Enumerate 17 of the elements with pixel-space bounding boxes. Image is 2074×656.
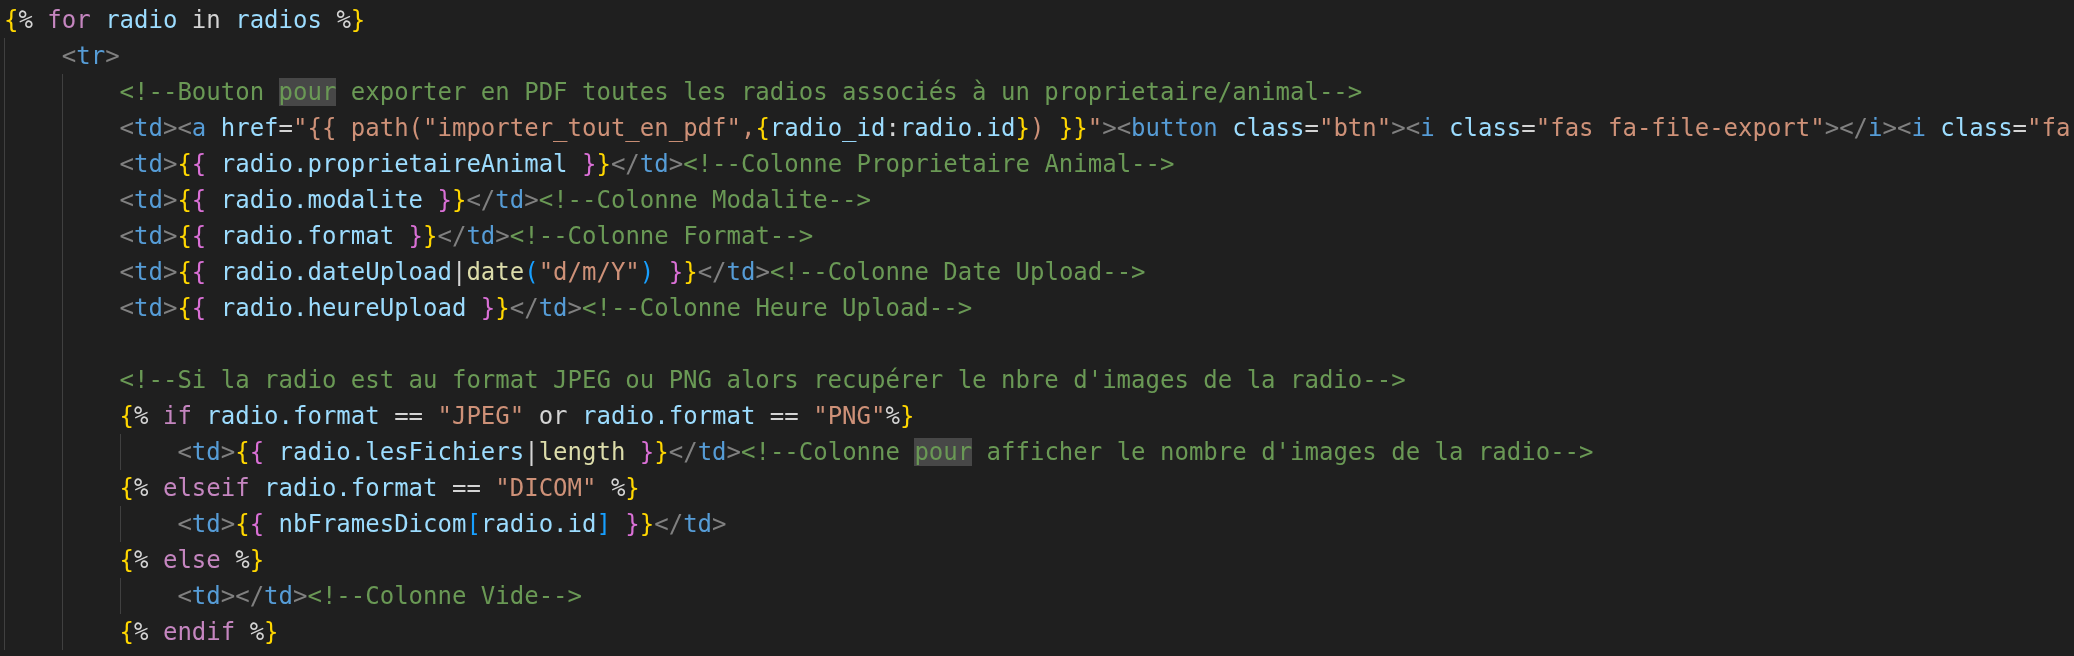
- code-line: {% else %}: [119, 545, 265, 575]
- code-line: <!--Bouton pour exporter en PDF toutes les radios associés à un proprietaire/animal-->: [119, 77, 1363, 107]
- code-line: <!--Si la radio est au format JPEG ou PNG alors recupérer le nbre d'images de la radio-->: [119, 365, 1406, 395]
- code-line: <td>{{ nbFramesDicom[radio.id] }}</td>: [177, 509, 727, 539]
- code-line: <td><a href="{{ path("importer_tout_en_pdf",{radio_id:radio.id}) }}"><button class="btn"><i class="fas fa-file-export"></i><i class="fa: [119, 113, 2071, 143]
- code-line: <td>{{ radio.dateUpload|date("d/m/Y") }}</td><!--Colonne Date Upload-->: [119, 257, 1146, 287]
- code-line: <tr>: [61, 41, 120, 71]
- code-line: <td>{{ radio.lesFichiers|length }}</td><!--Colonne pour afficher le nombre d'images de la radio-->: [177, 437, 1594, 467]
- code-line: <td>{{ radio.modalite }}</td><!--Colonne Modalite-->: [119, 185, 872, 215]
- code-line: {% elseif radio.format == "DICOM" %}: [119, 473, 640, 503]
- code-line: {% if radio.format == "JPEG" or radio.format == "PNG"%}: [119, 401, 915, 431]
- code-line: <td></td><!--Colonne Vide-->: [177, 581, 582, 611]
- code-line: {% endif %}: [119, 617, 279, 647]
- code-line: <td>{{ radio.heureUpload }}</td><!--Colonne Heure Upload-->: [119, 293, 973, 323]
- code-line: <td>{{ radio.format }}</td><!--Colonne Format-->: [119, 221, 814, 251]
- code-line: {% for radio in radios %}: [4, 5, 366, 35]
- code-line: <td>{{ radio.proprietaireAnimal }}</td><!--Colonne Proprietaire Animal-->: [119, 149, 1175, 179]
